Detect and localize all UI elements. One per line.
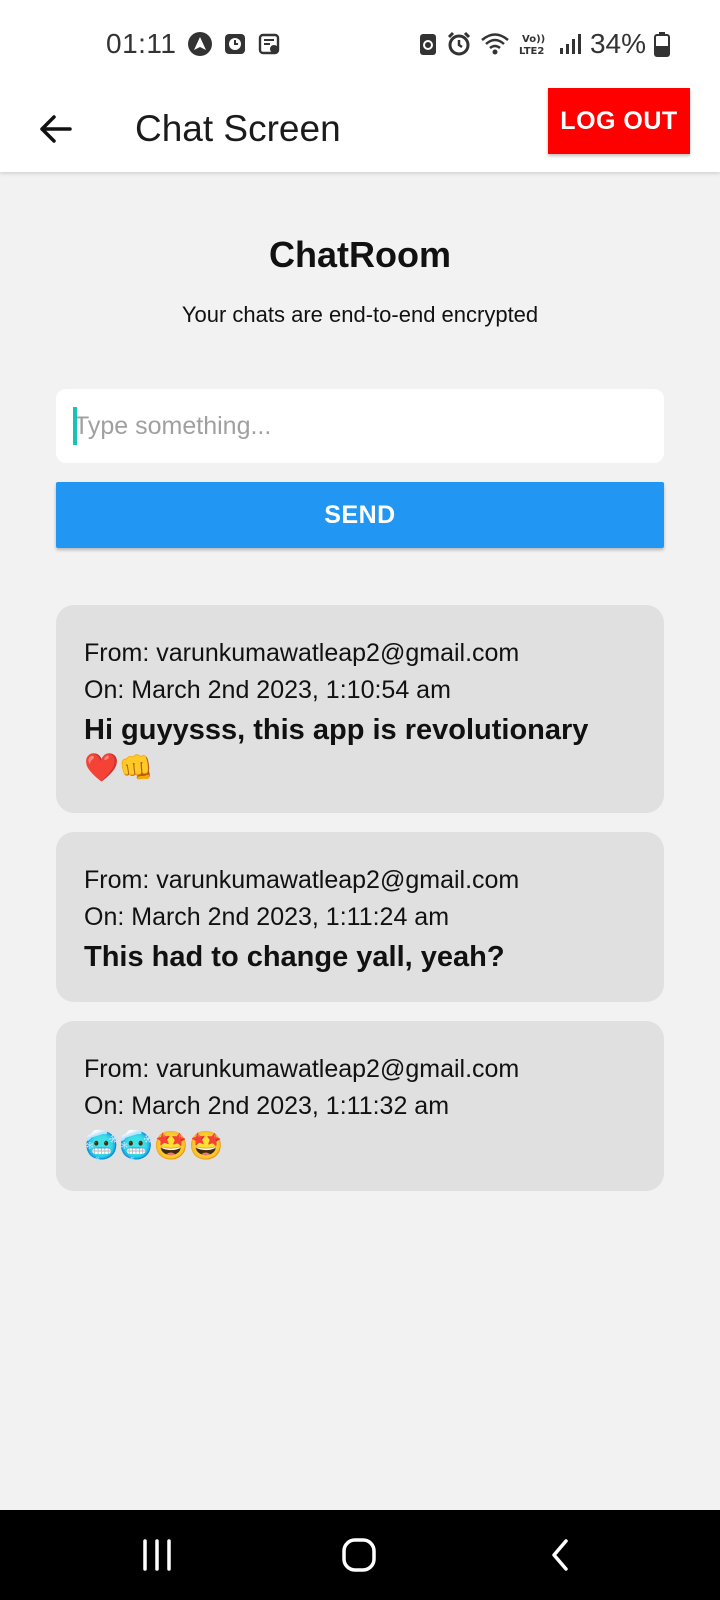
message-card: From: varunkumawatleap2@gmail.com On: Ma…: [56, 832, 664, 1002]
message-timestamp: On: March 2nd 2023, 1:11:24 am: [84, 903, 450, 931]
status-bar: 01:11 Vo)) LTE2 34%: [0, 0, 720, 86]
volte-icon: Vo)) LTE2: [518, 31, 550, 57]
wifi-icon: [480, 31, 510, 57]
chat-room-title: ChatRoom: [269, 234, 451, 275]
back-nav-button[interactable]: [530, 1530, 590, 1580]
message-body: This had to change yall, yeah?: [84, 941, 505, 973]
text-cursor: [73, 407, 77, 445]
signal-icon: [558, 32, 582, 56]
message-list: From: varunkumawatleap2@gmail.com On: Ma…: [56, 605, 664, 1191]
logout-button[interactable]: LOG OUT: [548, 88, 690, 154]
back-nav-icon: [552, 1539, 568, 1571]
message-text: Hi guyysss, this app is revolutionary ❤️👊: [84, 711, 636, 787]
recent-apps-icon: [143, 1539, 171, 1571]
home-button[interactable]: [329, 1530, 389, 1580]
back-button[interactable]: [30, 104, 80, 154]
message-card: From: varunkumawatleap2@gmail.com On: Ma…: [56, 1021, 664, 1191]
message-sender: From: varunkumawatleap2@gmail.com: [84, 639, 520, 667]
message-sender: From: varunkumawatleap2@gmail.com: [84, 866, 520, 894]
message-input[interactable]: [56, 389, 664, 463]
message-body: Hi guyysss, this app is revolutionary: [84, 714, 589, 746]
notes-app-icon: [257, 32, 281, 56]
encryption-notice: Your chats are end-to-end encrypted: [181, 302, 539, 327]
message-sender: From: varunkumawatleap2@gmail.com: [84, 1055, 520, 1083]
svg-text:LTE2: LTE2: [519, 46, 544, 57]
arrow-left-icon: [40, 115, 72, 143]
message-text: 🥶🥶🤩🤩: [84, 1127, 636, 1165]
battery-icon: [654, 31, 670, 57]
battery-percent: 34%: [589, 28, 646, 59]
recent-apps-button[interactable]: [127, 1530, 187, 1580]
recycle-icon: [418, 31, 438, 57]
system-nav-bar: [0, 1510, 720, 1600]
navigation-app-icon: [187, 31, 213, 57]
status-right: Vo)) LTE2 34%: [418, 22, 670, 66]
page-title: Chat Screen: [135, 108, 341, 149]
message-text: This had to change yall, yeah?: [84, 938, 636, 976]
message-timestamp: On: March 2nd 2023, 1:10:54 am: [84, 676, 451, 704]
message-emoji: 🥶🥶🤩🤩: [84, 1130, 224, 1161]
alarm-icon: [446, 31, 472, 57]
message-emoji: ❤️👊: [84, 752, 154, 783]
home-icon: [342, 1538, 376, 1572]
message-card: From: varunkumawatleap2@gmail.com On: Ma…: [56, 605, 664, 813]
status-left: 01:11: [106, 22, 281, 66]
svg-text:Vo)): Vo)): [522, 34, 545, 45]
message-timestamp: On: March 2nd 2023, 1:11:32 am: [84, 1092, 450, 1120]
status-time: 01:11: [106, 28, 177, 59]
send-button[interactable]: SEND: [56, 482, 664, 548]
clock-app-icon: [223, 32, 247, 56]
app-bar: Chat Screen LOG OUT: [0, 86, 720, 172]
